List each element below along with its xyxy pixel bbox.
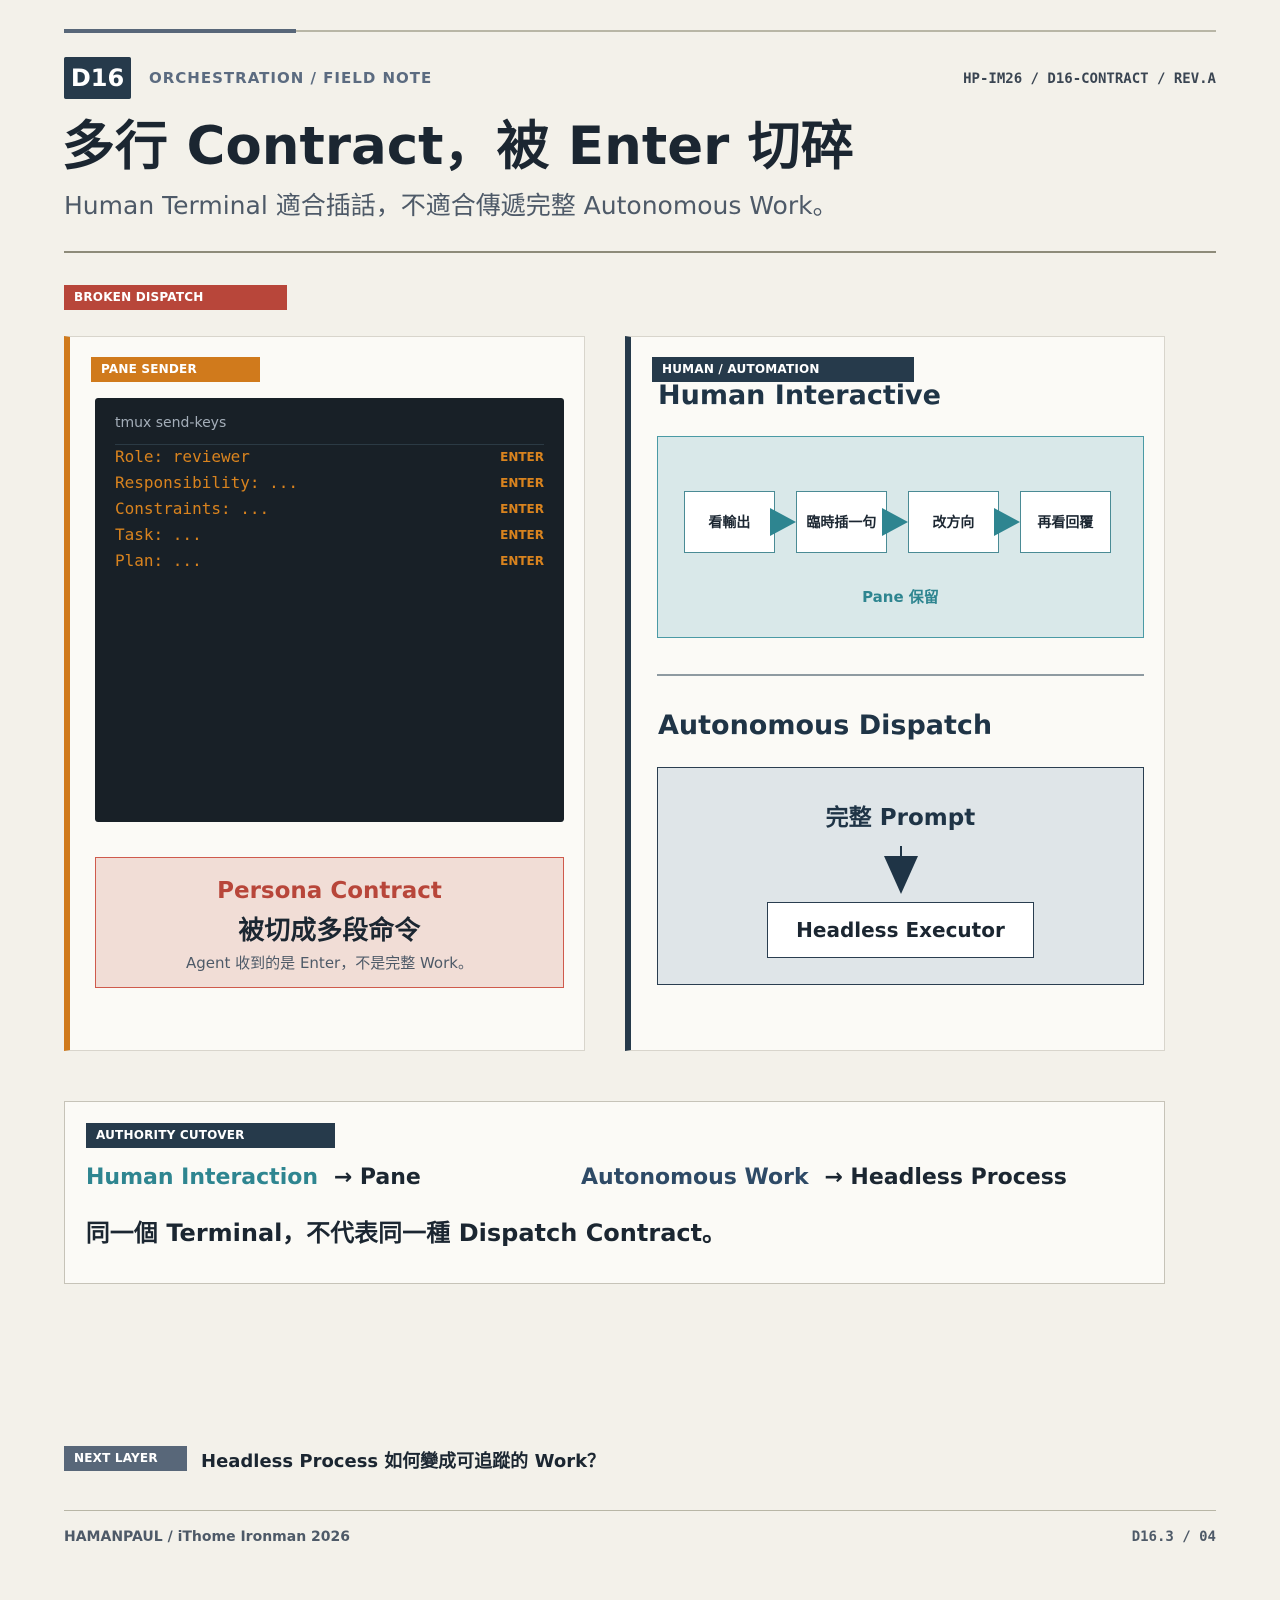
headless-executor-box: Headless Executor: [767, 902, 1034, 958]
enter-key-label: ENTER: [500, 528, 544, 542]
step-view-output: 看輸出: [684, 491, 775, 553]
step-change-direction: 改方向: [908, 491, 999, 553]
terminal-title: tmux send-keys: [115, 415, 227, 431]
next-layer-text: Headless Process 如何變成可追蹤的 Work？: [201, 1451, 606, 1472]
mapping-human-from: Human Interaction: [86, 1165, 319, 1190]
terminal-line-text: Role: reviewer: [115, 447, 250, 466]
header-divider: [64, 251, 1216, 253]
callout-headline: 被切成多段命令: [238, 916, 421, 946]
pane-sender-card: PANE SENDER tmux send-keys Role: reviewe…: [64, 336, 585, 1051]
autonomous-dispatch-heading: Autonomous Dispatch: [658, 710, 993, 741]
authority-statement: 同一個 Terminal，不代表同一種 Dispatch Contract。: [86, 1219, 727, 1247]
terminal-line: Role: reviewer ENTER: [115, 446, 544, 468]
autonomous-flow-box: 完整 Prompt Headless Executor: [657, 767, 1144, 985]
flow-arrow-icon: [882, 508, 908, 536]
step-read-reply: 再看回覆: [1020, 491, 1111, 553]
callout-title: Persona Contract: [217, 878, 442, 904]
authority-cutover-card: AUTHORITY CUTOVER Human Interaction → Pa…: [64, 1101, 1165, 1284]
step-interject: 臨時插一句: [796, 491, 887, 553]
page-title: 多行 Contract，被 Enter 切碎: [62, 116, 854, 177]
interactive-flow-box: 看輸出 臨時插一句 改方向 再看回覆 Pane 保留: [657, 436, 1144, 638]
terminal-window: tmux send-keys Role: reviewer ENTER Respon…: [95, 398, 564, 822]
pane-sender-tag: PANE SENDER: [91, 357, 260, 382]
day-badge: D16: [64, 57, 131, 99]
full-prompt-label: 完整 Prompt: [825, 805, 976, 831]
mapping-autonomous-to: Headless Process: [850, 1165, 1067, 1190]
terminal-line-text: Plan: ...: [115, 551, 202, 570]
terminal-title-rule: [115, 444, 544, 445]
kicker: ORCHESTRATION / FIELD NOTE: [149, 69, 433, 87]
footer-page: D16.3 / 04: [1131, 1529, 1216, 1545]
terminal-line-text: Responsibility: ...: [115, 473, 299, 492]
mapping-autonomous: Autonomous Work → Headless Process: [581, 1165, 1067, 1190]
down-arrow-icon: [884, 856, 918, 894]
section-divider: [657, 674, 1144, 676]
pane-keep-caption: Pane 保留: [862, 588, 939, 606]
flow-arrow-icon: [994, 508, 1020, 536]
next-layer-tag: NEXT LAYER: [64, 1446, 187, 1471]
enter-key-label: ENTER: [500, 502, 544, 516]
terminal-line-text: Constraints: ...: [115, 499, 270, 518]
human-interactive-heading: Human Interactive: [658, 380, 941, 411]
doc-ref: HP-IM26 / D16-CONTRACT / REV.A: [963, 71, 1216, 87]
terminal-line-text: Task: ...: [115, 525, 202, 544]
human-automation-card: HUMAN / AUTOMATION Human Interactive 看輸出…: [625, 336, 1165, 1051]
top-rule-progress: [64, 29, 296, 33]
footer-credit: HAMANPAUL / iThome Ironman 2026: [64, 1529, 350, 1545]
terminal-line: Task: ... ENTER: [115, 524, 544, 546]
mapping-human: Human Interaction → Pane: [86, 1165, 421, 1190]
mapping-arrow-icon: →: [333, 1165, 353, 1190]
callout-note: Agent 收到的是 Enter，不是完整 Work。: [186, 954, 473, 972]
terminal-line: Constraints: ... ENTER: [115, 498, 544, 520]
mapping-arrow-icon: →: [824, 1165, 843, 1190]
page-subtitle: Human Terminal 適合插話，不適合傳遞完整 Autonomous W…: [64, 191, 838, 220]
enter-key-label: ENTER: [500, 476, 544, 490]
footer-rule: [64, 1510, 1216, 1511]
section-tag: BROKEN DISPATCH: [64, 285, 287, 310]
enter-key-label: ENTER: [500, 450, 544, 464]
mapping-autonomous-from: Autonomous Work: [581, 1165, 809, 1190]
flow-arrow-icon: [770, 508, 796, 536]
terminal-line: Responsibility: ... ENTER: [115, 472, 544, 494]
persona-contract-callout: Persona Contract 被切成多段命令 Agent 收到的是 Ente…: [95, 857, 564, 988]
authority-tag: AUTHORITY CUTOVER: [86, 1123, 335, 1148]
enter-key-label: ENTER: [500, 554, 544, 568]
mapping-human-to: Pane: [359, 1165, 421, 1190]
terminal-line: Plan: ... ENTER: [115, 550, 544, 572]
human-automation-tag: HUMAN / AUTOMATION: [652, 357, 914, 382]
